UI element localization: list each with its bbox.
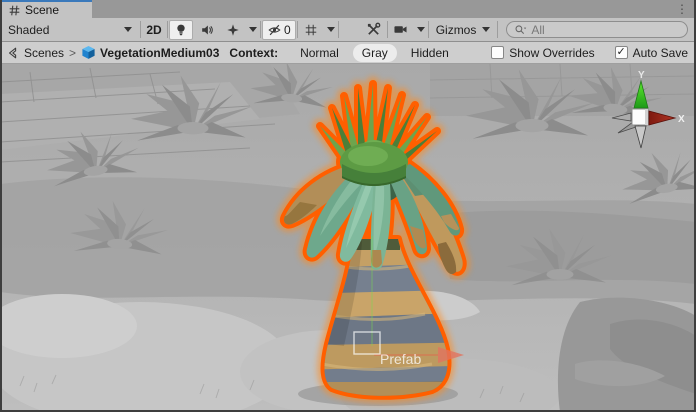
show-overrides-label: Show Overrides: [509, 46, 594, 60]
prefab-bar-toggles: ✓ Show Overrides ✓ Auto Save: [491, 46, 688, 60]
toggle-2d-button[interactable]: 2D: [142, 20, 166, 40]
scene-visibility-button[interactable]: 0: [262, 20, 296, 40]
toolbar-separator: [140, 21, 141, 38]
grid-visibility-button[interactable]: [299, 20, 323, 40]
speaker-icon: [200, 23, 214, 37]
camera-icon: [393, 23, 408, 36]
hidden-count-label: 0: [284, 23, 291, 37]
chevron-down-icon: [327, 27, 335, 32]
prefab-overlay-label: Prefab: [380, 351, 421, 367]
checkbox-checked-icon: ✓: [615, 46, 628, 59]
gizmos-dropdown[interactable]: Gizmos: [429, 18, 498, 41]
toolbar-separator: [387, 21, 388, 38]
tab-scene[interactable]: Scene: [2, 0, 92, 18]
tools-icon: [366, 22, 381, 37]
checkbox-icon: ✓: [491, 46, 504, 59]
axis-x-label: X: [678, 114, 685, 125]
breadcrumb-scenes[interactable]: Scenes: [24, 46, 64, 60]
scene-window: Scene ⋮ Shaded 2D: [0, 0, 696, 412]
camera-dropdown[interactable]: [414, 20, 428, 40]
breadcrumb-separator: >: [69, 46, 76, 60]
grid-icon: [304, 23, 318, 37]
toolbar-separator: [297, 21, 298, 38]
search-icon: [514, 24, 527, 36]
tab-scene-label: Scene: [25, 3, 59, 17]
tab-bar: Scene ⋮: [0, 0, 696, 18]
context-switcher: Context: Normal Gray Hidden: [229, 44, 462, 62]
breadcrumb-current-prefab[interactable]: VegetationMedium03: [100, 46, 219, 60]
eye-hidden-icon: [267, 23, 282, 37]
axis-y-label: Y: [638, 70, 645, 81]
camera-settings-button[interactable]: [389, 20, 413, 40]
more-menu-icon[interactable]: ⋮: [668, 0, 696, 18]
context-label: Context:: [229, 46, 278, 60]
search-placeholder: All: [531, 23, 544, 37]
effects-dropdown[interactable]: [246, 20, 260, 40]
audio-toggle-button[interactable]: [195, 20, 219, 40]
gizmos-label: Gizmos: [436, 23, 477, 37]
scene-search-input[interactable]: All: [506, 21, 688, 38]
auto-save-label: Auto Save: [633, 46, 688, 60]
effects-sparkle-icon: [226, 23, 240, 37]
show-overrides-checkbox[interactable]: ✓ Show Overrides: [491, 46, 594, 60]
draw-mode-label: Shaded: [8, 23, 124, 37]
auto-save-checkbox[interactable]: ✓ Auto Save: [615, 46, 688, 60]
scene-viewport[interactable]: Prefab Y X: [0, 64, 696, 412]
toolbar-separator: [167, 21, 168, 38]
chevron-down-icon: [482, 27, 490, 32]
chevron-down-icon: [417, 27, 425, 32]
effects-toggle-button[interactable]: [221, 20, 245, 40]
lightbulb-icon: [174, 23, 188, 37]
chevron-down-icon: [249, 27, 257, 32]
prefab-bar: Scenes > VegetationMedium03 Context: Nor…: [0, 42, 696, 64]
grid-hash-icon: [9, 5, 20, 16]
toolbar-separator: [338, 21, 339, 38]
lighting-toggle-button[interactable]: [169, 20, 193, 40]
draw-mode-dropdown[interactable]: Shaded: [0, 18, 140, 41]
chevron-down-icon: [124, 27, 132, 32]
toolbar-separator: [260, 21, 261, 38]
overlays-tools-button[interactable]: [362, 20, 386, 40]
toolbar-separator: [497, 21, 498, 38]
toggle-2d-label: 2D: [146, 23, 161, 37]
context-option-normal[interactable]: Normal: [291, 44, 348, 62]
scene-toolbar: Shaded 2D: [0, 18, 696, 42]
context-option-hidden[interactable]: Hidden: [402, 44, 458, 62]
grid-dropdown[interactable]: [324, 20, 338, 40]
prefab-cube-icon: [81, 45, 96, 60]
context-option-gray[interactable]: Gray: [353, 44, 397, 62]
back-arrow-icon[interactable]: [6, 46, 20, 60]
